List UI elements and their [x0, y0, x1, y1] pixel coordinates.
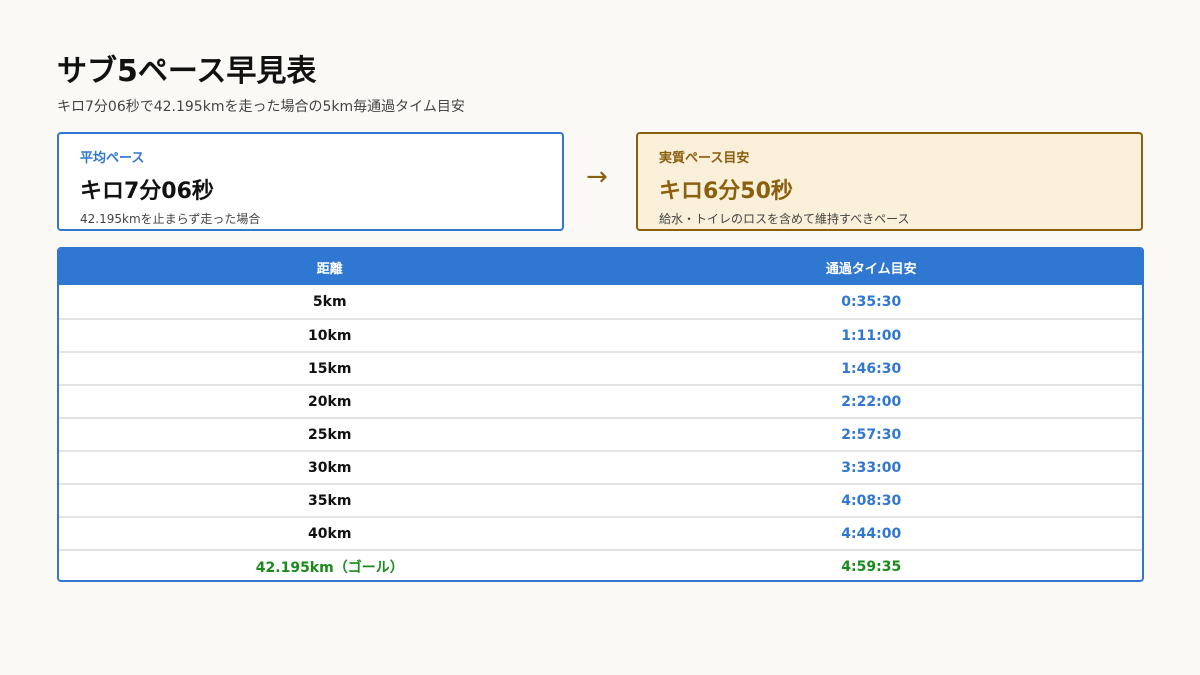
row-distance-goal: 42.195km（ゴール）	[255, 559, 404, 576]
row-time: 1:11:00	[841, 327, 902, 344]
table-row-goal: 42.195km（ゴール） 4:59:35	[59, 549, 1142, 580]
average-pace-card: 平均ペース キロ7分06秒 42.195kmを止まらず走った場合	[57, 132, 564, 231]
row-time: 4:08:30	[841, 492, 902, 509]
row-time-goal: 4:59:35	[841, 558, 902, 575]
table-row: 40km 4:44:00	[59, 516, 1142, 549]
effective-pace-label: 実質ペース目安	[659, 151, 750, 166]
effective-pace-card: 実質ペース目安 キロ6分50秒 給水・トイレのロスを含めて維持すべきペース	[636, 132, 1143, 231]
table-row: 5km 0:35:30	[59, 285, 1142, 318]
average-pace-label: 平均ペース	[80, 151, 145, 166]
row-time: 3:33:00	[841, 459, 902, 476]
row-distance: 5km	[312, 293, 347, 310]
row-distance: 10km	[308, 327, 352, 344]
average-pace-note: 42.195kmを止まらず走った場合	[80, 212, 261, 226]
table-header: 距離 通過タイム目安	[59, 249, 1142, 285]
row-distance: 20km	[308, 393, 352, 410]
table-row: 20km 2:22:00	[59, 384, 1142, 417]
table-row: 25km 2:57:30	[59, 417, 1142, 450]
header-time: 通過タイム目安	[825, 261, 917, 277]
header-distance: 距離	[316, 261, 343, 277]
row-time: 1:46:30	[841, 360, 902, 377]
table-row: 35km 4:08:30	[59, 483, 1142, 516]
row-distance: 30km	[308, 459, 352, 476]
row-time: 2:57:30	[841, 426, 902, 443]
row-distance: 35km	[308, 492, 352, 509]
row-distance: 40km	[308, 525, 352, 542]
table-row: 15km 1:46:30	[59, 351, 1142, 384]
row-time: 2:22:00	[841, 393, 902, 410]
row-time: 0:35:30	[841, 293, 902, 310]
page-title: サブ5ペース早見表	[57, 54, 317, 89]
effective-pace-note: 給水・トイレのロスを含めて維持すべきペース	[659, 212, 910, 226]
arrow-right-icon: →	[586, 162, 608, 192]
row-distance: 25km	[308, 426, 352, 443]
average-pace-value: キロ7分06秒	[80, 179, 214, 204]
row-time: 4:44:00	[841, 525, 902, 542]
split-time-table: 距離 通過タイム目安 5km 0:35:30 10km 1:11:00 15km…	[57, 247, 1144, 582]
page-subtitle: キロ7分06秒で42.195kmを走った場合の5km毎通過タイム目安	[57, 99, 465, 115]
table-row: 10km 1:11:00	[59, 318, 1142, 351]
row-distance: 15km	[308, 360, 352, 377]
effective-pace-value: キロ6分50秒	[659, 179, 793, 204]
table-row: 30km 3:33:00	[59, 450, 1142, 483]
